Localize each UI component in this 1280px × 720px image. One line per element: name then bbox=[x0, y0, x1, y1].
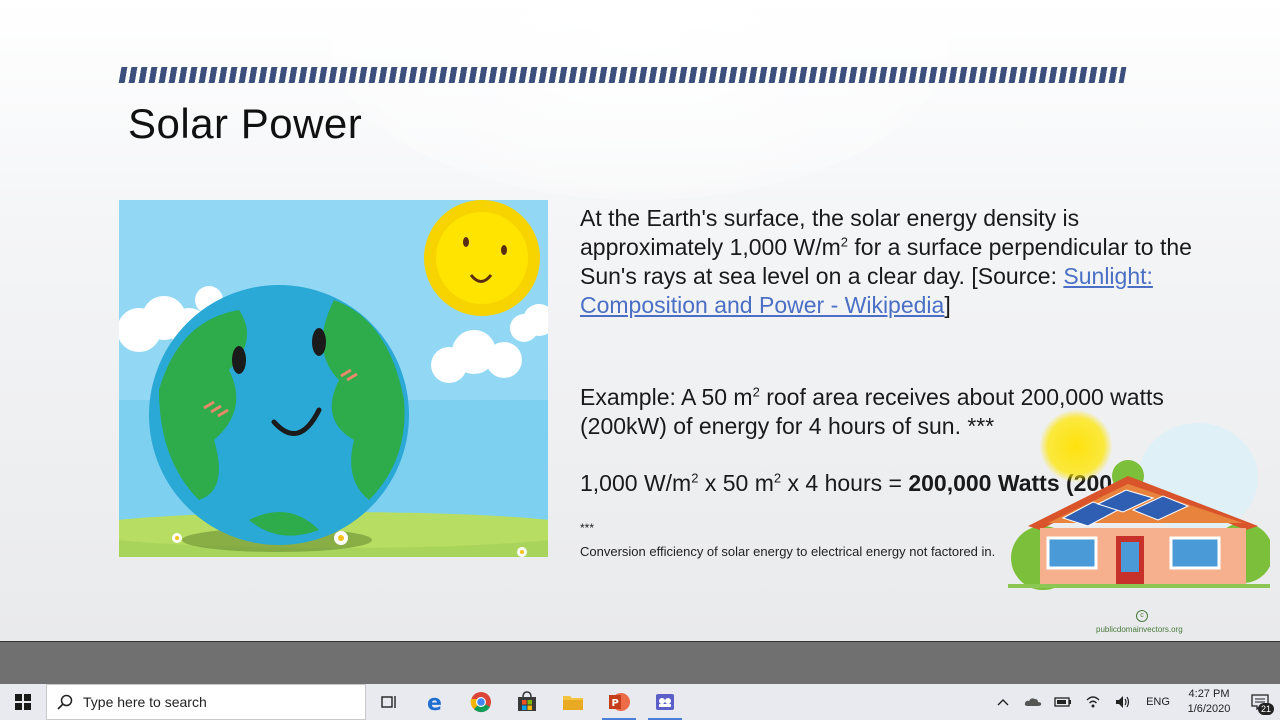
powerpoint-app-button[interactable]: P bbox=[596, 684, 642, 720]
taskbar: Type here to search e P ENG 4:27 PM 1/6/… bbox=[0, 684, 1280, 720]
task-view-icon bbox=[381, 696, 396, 708]
cloud-icon bbox=[1024, 698, 1042, 706]
battery-icon bbox=[1054, 697, 1071, 707]
search-placeholder: Type here to search bbox=[83, 694, 207, 710]
earth-sun-illustration bbox=[119, 200, 548, 557]
show-hidden-icons-button[interactable] bbox=[988, 684, 1018, 720]
system-tray: ENG 4:27 PM 1/6/2020 21 bbox=[988, 684, 1280, 720]
network-tray-button[interactable] bbox=[1078, 684, 1108, 720]
svg-text:P: P bbox=[612, 698, 619, 709]
start-button[interactable] bbox=[0, 684, 46, 720]
formula-part-b: x 50 m bbox=[698, 470, 774, 496]
example-text-a: Example: A 50 m bbox=[580, 384, 753, 410]
chrome-app-button[interactable] bbox=[458, 684, 504, 720]
clock-date: 1/6/2020 bbox=[1187, 703, 1231, 715]
image-credit: publicdomainvectors.org bbox=[1096, 625, 1183, 634]
footnote-text: Conversion efficiency of solar energy to… bbox=[580, 544, 996, 559]
speaker-icon bbox=[1116, 696, 1130, 708]
task-view-button[interactable] bbox=[366, 684, 412, 720]
edge-app-button[interactable]: e bbox=[412, 684, 458, 720]
search-icon bbox=[57, 694, 73, 710]
chevron-up-icon bbox=[997, 699, 1009, 706]
wifi-icon bbox=[1086, 696, 1100, 708]
battery-tray-button[interactable] bbox=[1048, 684, 1078, 720]
teams-icon bbox=[656, 694, 674, 710]
clock-time: 4:27 PM bbox=[1188, 688, 1230, 700]
public-domain-icon: c bbox=[1136, 610, 1148, 622]
action-center-button[interactable]: 21 bbox=[1240, 684, 1280, 720]
edge-icon: e bbox=[427, 691, 442, 713]
chrome-icon bbox=[470, 692, 491, 713]
taskbar-clock[interactable]: 4:27 PM 1/6/2020 bbox=[1178, 687, 1240, 717]
svg-text:e: e bbox=[427, 691, 442, 713]
body-text-3: ] bbox=[944, 292, 951, 318]
slide-title: Solar Power bbox=[128, 100, 363, 147]
input-language-indicator[interactable]: ENG bbox=[1138, 696, 1178, 708]
store-app-button[interactable] bbox=[504, 684, 550, 720]
slide: Solar Power At the Earth's surface, the … bbox=[0, 0, 1280, 641]
solar-density-paragraph: At the Earth's surface, the solar energy… bbox=[580, 204, 1220, 320]
file-explorer-app-button[interactable] bbox=[550, 684, 596, 720]
folder-icon bbox=[563, 696, 583, 710]
taskbar-search-box[interactable]: Type here to search bbox=[46, 684, 366, 720]
notification-count-badge: 21 bbox=[1257, 703, 1274, 715]
store-icon bbox=[518, 691, 536, 711]
teams-app-button[interactable] bbox=[642, 684, 688, 720]
superscript: 2 bbox=[752, 384, 760, 400]
windows-logo-icon bbox=[15, 694, 31, 710]
volume-tray-button[interactable] bbox=[1108, 684, 1138, 720]
superscript: 2 bbox=[840, 234, 849, 250]
onedrive-tray-button[interactable] bbox=[1018, 684, 1048, 720]
solar-house-illustration bbox=[1008, 423, 1270, 590]
footnote-marker: *** bbox=[580, 521, 595, 535]
formula-part-c: x 4 hours = bbox=[781, 470, 909, 496]
formula-part-a: 1,000 W/m bbox=[580, 470, 692, 496]
powerpoint-icon: P bbox=[609, 693, 630, 711]
decorative-stripe bbox=[118, 67, 1127, 83]
presentation-gray-area bbox=[0, 641, 1280, 685]
sun-icon bbox=[424, 200, 540, 316]
